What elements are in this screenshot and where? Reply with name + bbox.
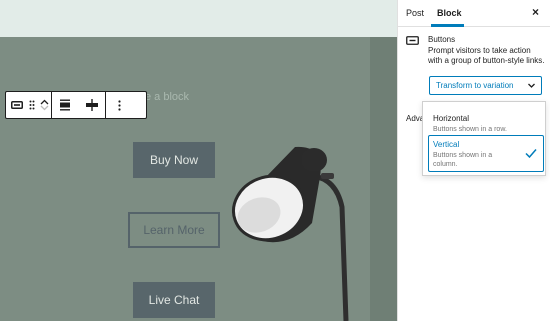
block-toolbar [5,91,147,119]
justify-icon[interactable] [79,92,106,118]
block-card-title: Buttons [428,35,456,44]
live-chat-button[interactable]: Live Chat [133,282,215,318]
tab-post[interactable]: Post [406,8,424,18]
drag-handle-icon[interactable] [28,92,38,118]
sidebar-tabs: Post Block × [398,0,550,27]
chevron-down-icon [528,83,535,88]
active-tab-indicator [431,24,464,27]
variation-horizontal-description: Buttons shown in a row. [433,126,507,133]
transform-label: Transform to variation [436,81,514,90]
variation-vertical-description: Buttons shown in a column. [433,152,493,168]
toolbar-group-alignment [52,92,106,118]
move-up-down-control [37,92,51,118]
block-card-description: Prompt visitors to take action with a gr… [428,46,545,65]
check-icon [525,149,537,158]
move-down-icon[interactable] [40,105,49,111]
editor-canvas: e a block Buy Now Learn More Live Chat [0,0,397,321]
toolbar-group-block [6,92,52,118]
buy-now-button[interactable]: Buy Now [133,142,215,178]
tab-block[interactable]: Block [437,8,462,18]
transform-to-variation-select[interactable]: Transform to variation [429,76,542,95]
variation-vertical-option[interactable]: Vertical Buttons shown in a column. [428,135,544,172]
variation-dropdown: Horizontal Buttons shown in a row. Verti… [422,101,546,176]
toolbar-group-more [106,92,132,118]
learn-more-button[interactable]: Learn More [128,212,220,248]
cover-block[interactable]: e a block Buy Now Learn More Live Chat [0,37,397,321]
floor-lamp-image [232,146,349,321]
close-icon[interactable]: × [532,5,539,19]
canvas-top-strip [0,0,397,37]
variation-horizontal-title[interactable]: Horizontal [433,114,469,123]
buttons-block-icon[interactable] [6,92,28,118]
cover-placeholder-text: e a block [145,91,190,103]
buttons-block-icon [406,36,419,45]
align-icon[interactable] [52,92,79,118]
variation-vertical-title: Vertical [433,140,460,149]
more-options-icon[interactable] [106,92,132,118]
